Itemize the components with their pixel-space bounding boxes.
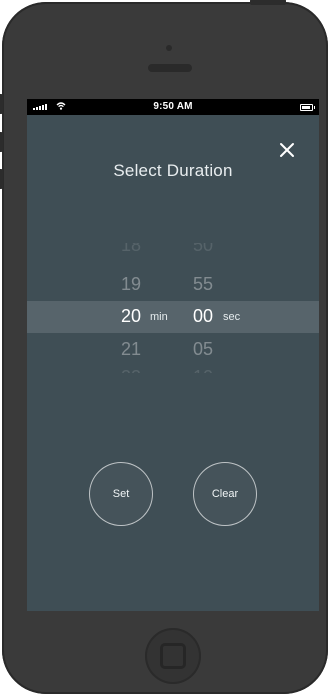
battery-icon xyxy=(300,104,315,111)
second-option[interactable]: 55 xyxy=(183,274,223,295)
power-button xyxy=(250,0,286,5)
clear-button[interactable]: Clear xyxy=(193,462,257,526)
volume-down-button xyxy=(0,169,3,189)
minute-option[interactable]: 21 xyxy=(111,339,151,360)
set-button[interactable]: Set xyxy=(89,462,153,526)
second-unit-label: sec xyxy=(223,311,241,323)
earpiece-speaker xyxy=(148,64,192,72)
home-square-icon xyxy=(160,643,186,669)
screen: 9:50 AM Select Duration 18 19 20 min 21 … xyxy=(27,99,319,611)
mute-switch xyxy=(0,94,3,114)
close-icon[interactable] xyxy=(276,139,298,161)
volume-up-button xyxy=(0,132,3,152)
home-button[interactable] xyxy=(145,628,201,684)
second-option[interactable]: 10 xyxy=(183,367,223,373)
minute-unit-label: min xyxy=(150,311,168,323)
dialog-title: Select Duration xyxy=(113,161,233,180)
second-selected[interactable]: 00 xyxy=(183,306,223,327)
phone-frame: 9:50 AM Select Duration 18 19 20 min 21 … xyxy=(0,0,328,694)
minute-option[interactable]: 18 xyxy=(111,243,151,257)
minute-selected[interactable]: 20 xyxy=(111,306,151,327)
selection-band xyxy=(27,301,319,333)
minute-option[interactable]: 22 xyxy=(111,367,151,373)
second-option[interactable]: 50 xyxy=(183,243,223,257)
front-camera xyxy=(166,45,172,51)
status-bar: 9:50 AM xyxy=(27,99,319,115)
duration-picker[interactable]: 18 19 20 min 21 22 50 55 00 sec 05 10 xyxy=(27,239,319,379)
status-time: 9:50 AM xyxy=(153,101,193,112)
second-option[interactable]: 05 xyxy=(183,339,223,360)
minute-option[interactable]: 19 xyxy=(111,274,151,295)
